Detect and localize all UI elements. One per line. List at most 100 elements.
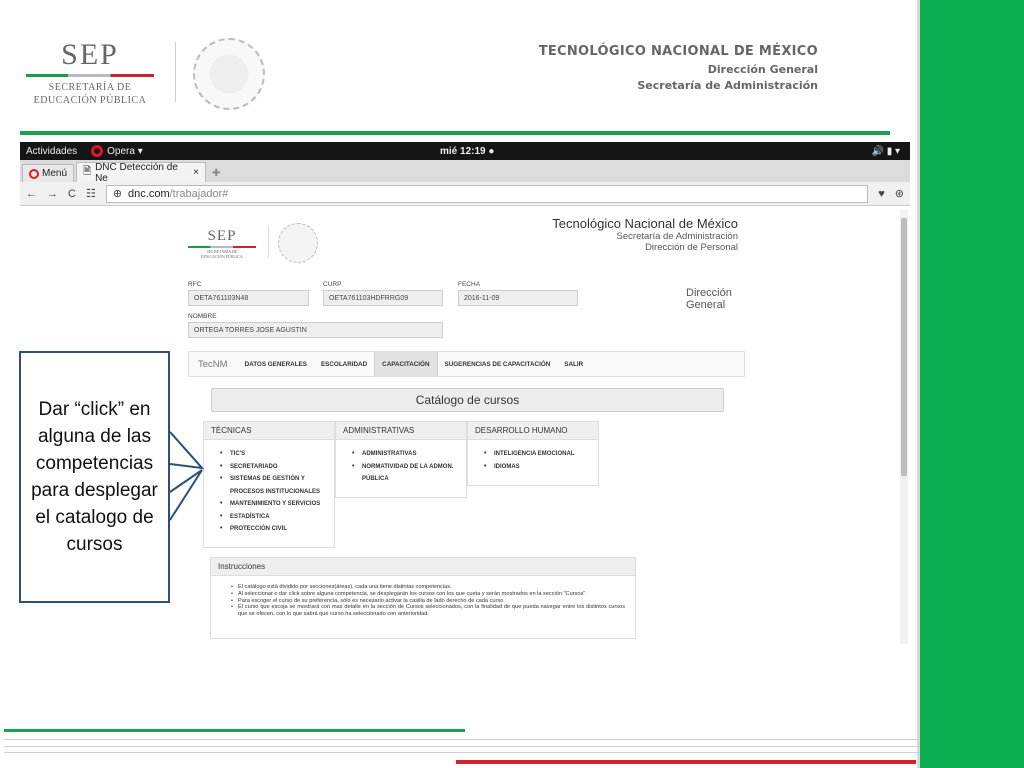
panel-administrativas-title: ADMINISTRATIVAS <box>336 422 466 440</box>
url-field[interactable]: ⊕ dnc.com/trabajador# <box>105 184 869 203</box>
slide-subtitle-1: Dirección General <box>707 63 818 76</box>
nav-sugerencias[interactable]: SUGERENCIAS DE CAPACITACIÓN <box>438 351 558 377</box>
callout-arrows-icon <box>169 431 204 521</box>
rfc-label: RFC <box>188 281 202 288</box>
page-sep-logo: SEP SECRETARÍA DE EDUCACIÓN PÚBLICA <box>186 228 258 259</box>
panel-administrativas: ADMINISTRATIVAS ADMINISTRATIVAS NORMATIV… <box>335 421 467 498</box>
menu-label: Menú <box>42 168 68 179</box>
panel-tecnicas: TÉCNICAS TIC'S SECRETARIADO SISTEMAS DE … <box>203 421 335 548</box>
page-header-sub1: Secretaría de Administración <box>616 231 738 242</box>
competency-item[interactable]: TIC'S <box>220 448 334 461</box>
panel-tecnicas-title: TÉCNICAS <box>204 422 334 440</box>
panel-desarrollo-humano: DESARROLLO HUMANO INTELIGENCIA EMOCIONAL… <box>467 421 599 486</box>
curp-field[interactable]: OETA761103HDFRRG09 <box>323 290 443 306</box>
footer-gray-line <box>4 752 920 753</box>
address-toolbar: ← → C ☷ ⊕ dnc.com/trabajador# ♥ ⊛ <box>20 182 910 206</box>
slide: SEP SECRETARÍA DE EDUCACIÓN PÚBLICA TECN… <box>0 0 1024 768</box>
direccion-line-2: General <box>686 299 726 311</box>
os-top-bar: Actividades Opera ▾ mié 12:19 ● 🔊 ▮ ▾ <box>20 142 910 160</box>
competency-item[interactable]: NORMATIVIDAD DE LA ADMON. <box>352 461 466 474</box>
nombre-field[interactable]: ORTEGA TORRES JOSE AGUSTIN <box>188 322 443 338</box>
panel-desarrollo-humano-title: DESARROLLO HUMANO <box>468 422 598 440</box>
header-green-line <box>20 131 890 135</box>
slide-title: TECNOLÓGICO NACIONAL DE MÉXICO <box>538 44 818 59</box>
opera-menu-button[interactable]: Menú <box>22 164 75 182</box>
competency-item[interactable]: ADMINISTRATIVAS <box>352 448 466 461</box>
instructions-title: Instrucciones <box>211 558 635 576</box>
page-icon: 🗎 <box>83 166 92 177</box>
sep-logo: SEP SECRETARÍA DE EDUCACIÓN PÚBLICA <box>20 38 160 107</box>
speed-dial-icon[interactable]: ☷ <box>86 187 96 200</box>
sep-logo-rule <box>26 74 154 77</box>
footer-green-line <box>4 729 465 732</box>
page-seal-icon <box>278 223 318 263</box>
opera-app-menu[interactable]: Opera ▾ <box>91 145 143 157</box>
opera-label: Opera ▾ <box>107 145 143 157</box>
competency-item[interactable]: ESTADÍSTICA <box>220 511 334 524</box>
url-path: /trabajador# <box>169 187 229 200</box>
new-tab-icon[interactable]: ✚ <box>206 168 226 182</box>
footer-red-line <box>456 760 916 764</box>
page-sep-rule <box>188 246 256 248</box>
fecha-label: FECHA <box>458 281 481 288</box>
reload-icon[interactable]: C <box>68 188 76 200</box>
direccion-general: Dirección General <box>686 287 732 311</box>
competency-item[interactable]: INTELIGENCIA EMOCIONAL <box>484 448 598 461</box>
nav-datos-generales[interactable]: DATOS GENERALES <box>238 351 314 377</box>
curp-label: CURP <box>323 281 342 288</box>
nav-salir[interactable]: SALIR <box>557 351 590 377</box>
instruction-item: El curso que escoja se mostrará con mas … <box>231 604 625 618</box>
instruction-item: Al seleccionar o dar click sobre alguna … <box>231 591 625 598</box>
page-logo-divider <box>268 226 269 258</box>
globe-icon: ⊕ <box>112 188 123 200</box>
fecha-field[interactable]: 2016-11-09 <box>458 290 578 306</box>
competency-item[interactable]: SECRETARIADO <box>220 461 334 474</box>
page-header-sub2: Dirección de Personal <box>645 242 738 253</box>
competency-item[interactable]: IDIOMAS <box>484 461 598 474</box>
catalog-title: Catálogo de cursos <box>211 388 724 412</box>
system-tray[interactable]: 🔊 ▮ ▾ <box>871 146 900 157</box>
page-scrollbar[interactable] <box>900 210 908 644</box>
page-header: Tecnológico Nacional de México Secretarí… <box>552 216 738 253</box>
download-icon[interactable]: ⊛ <box>895 187 904 200</box>
nombre-label: NOMBRE <box>188 313 217 320</box>
close-tab-icon[interactable]: × <box>193 167 199 178</box>
page-navbar: TecNM DATOS GENERALES ESCOLARIDAD CAPACI… <box>188 351 745 377</box>
competency-item-continued[interactable]: PROCESOS INSTITUCIONALES <box>220 486 334 499</box>
slide-subtitle-2: Secretaría de Administración <box>637 79 818 92</box>
competency-item[interactable]: PROTECCIÓN CIVIL <box>220 523 334 536</box>
page-sep-sub2: EDUCACIÓN PÚBLICA <box>201 254 243 259</box>
mexico-seal-icon <box>193 38 265 110</box>
competency-item-continued[interactable]: PÚBLICA <box>352 473 466 486</box>
nav-escolaridad[interactable]: ESCOLARIDAD <box>314 351 374 377</box>
url-host: dnc.com <box>128 187 170 200</box>
direccion-line-1: Dirección <box>686 287 732 299</box>
scrollbar-thumb[interactable] <box>901 218 907 476</box>
page-header-title: Tecnológico Nacional de México <box>552 216 738 231</box>
activities-button[interactable]: Actividades <box>26 146 77 157</box>
slide-header-text: TECNOLÓGICO NACIONAL DE MÉXICO Dirección… <box>539 44 818 92</box>
forward-icon[interactable]: → <box>47 188 58 200</box>
competency-item[interactable]: MANTENIMIENTO Y SERVICIOS <box>220 498 334 511</box>
sep-logo-line1: SECRETARÍA DE <box>48 82 132 93</box>
clock[interactable]: mié 12:19 ● <box>440 146 494 157</box>
nav-capacitacion[interactable]: CAPACITACIÓN <box>374 351 438 377</box>
tab-dnc[interactable]: 🗎 DNC Detección de Ne × <box>76 161 207 184</box>
instruction-callout: Dar “click” en alguna de las competencia… <box>19 351 170 603</box>
navbar-brand[interactable]: TecNM <box>189 359 238 370</box>
tab-bar: Menú 🗎 DNC Detección de Ne × ✚ <box>20 160 910 184</box>
opera-icon <box>29 168 39 179</box>
instruction-item: El catálogo está dividido por secciones(… <box>231 584 625 591</box>
competency-item[interactable]: SISTEMAS DE GESTIÓN Y <box>220 473 334 486</box>
sep-logo-line2: EDUCACIÓN PÚBLICA <box>33 95 147 106</box>
heart-icon[interactable]: ♥ <box>878 188 885 200</box>
rfc-field[interactable]: OETA761103N48 <box>188 290 309 306</box>
page-sep-text: SEP <box>207 228 237 244</box>
logo-divider <box>175 42 176 102</box>
sep-logo-text: SEP <box>61 38 119 71</box>
green-side-bar <box>920 0 1024 768</box>
back-icon[interactable]: ← <box>26 188 37 200</box>
footer-gray-line <box>4 739 920 740</box>
instruction-item: Para escoger el curso de su preferencia,… <box>231 598 625 605</box>
tab-title: DNC Detección de Ne <box>95 161 178 184</box>
